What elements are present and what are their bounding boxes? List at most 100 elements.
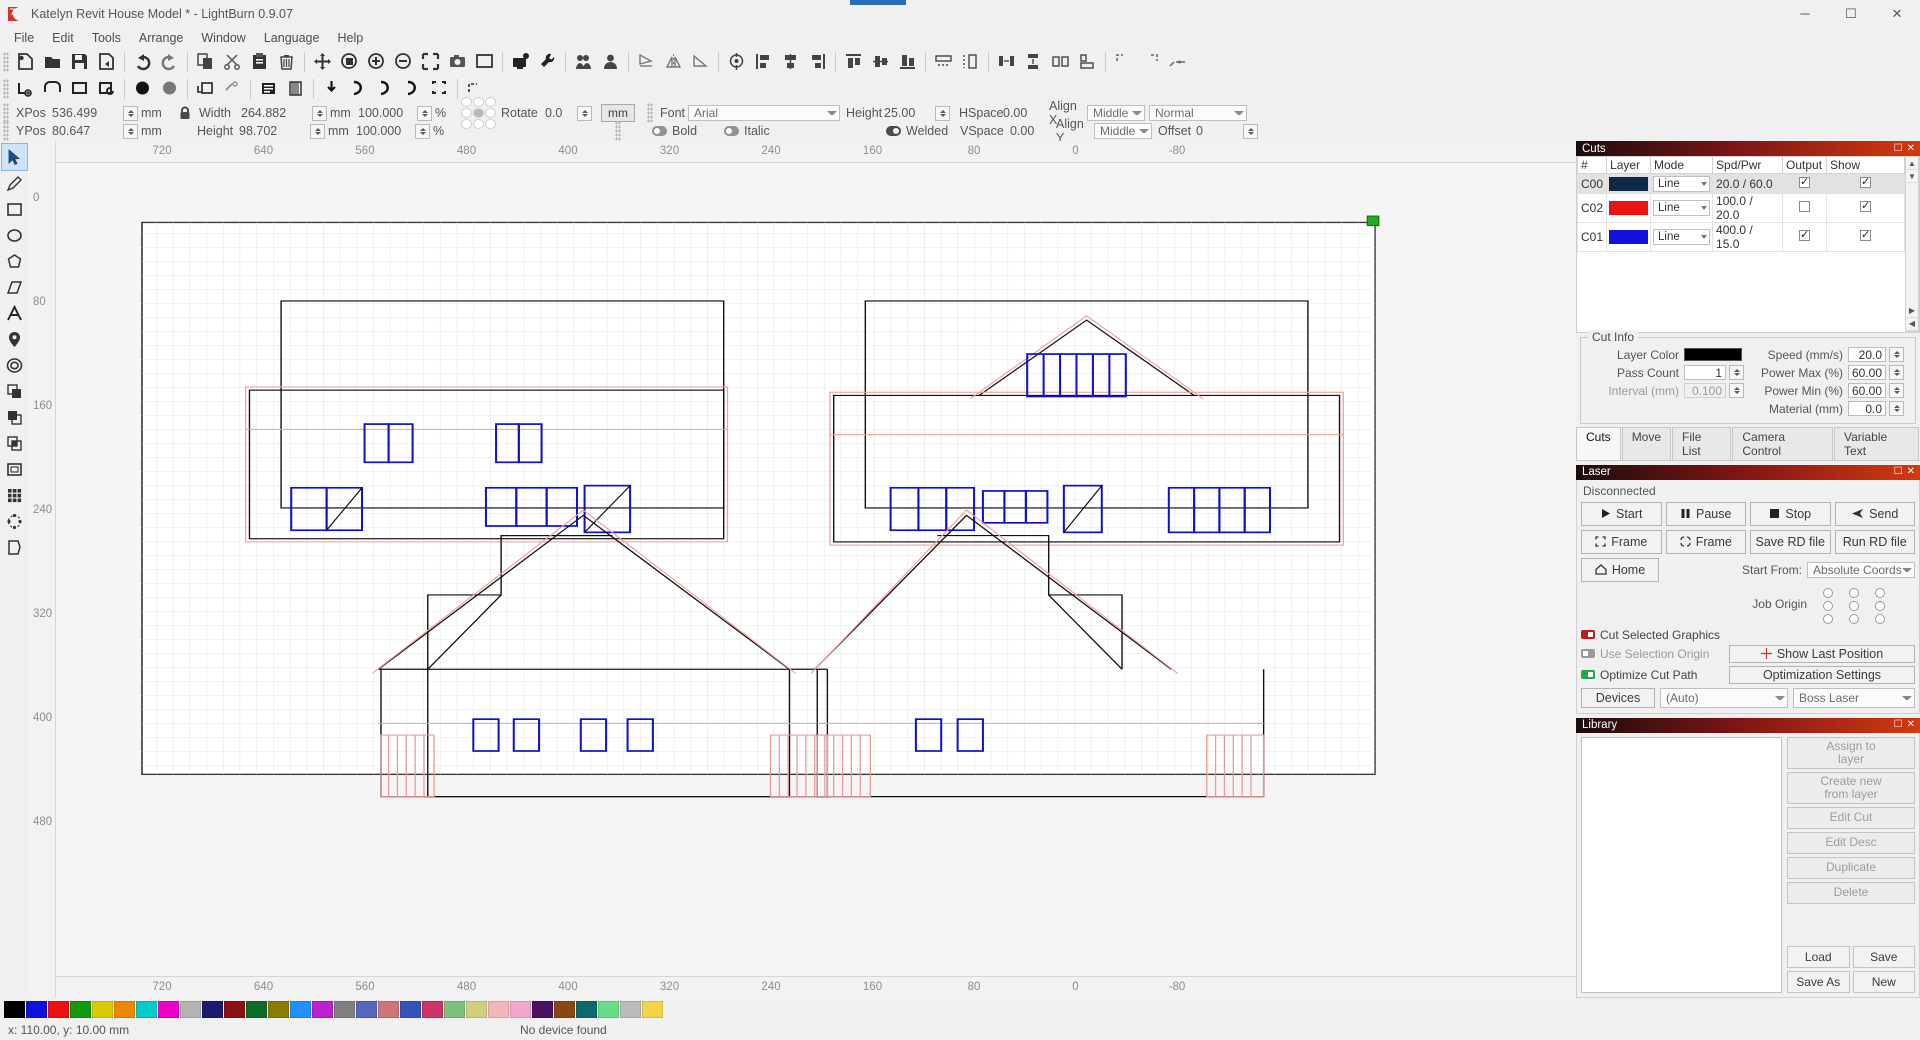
rotation-anchor-grid[interactable] xyxy=(461,97,497,130)
palette-color-3[interactable] xyxy=(70,1001,91,1018)
palette-color-18[interactable] xyxy=(400,1001,421,1018)
weld-shapes-tool[interactable] xyxy=(2,456,27,482)
material-value[interactable]: 0.0 xyxy=(1848,401,1886,416)
palette-color-25[interactable] xyxy=(554,1001,575,1018)
pause-button[interactable]: Pause xyxy=(1666,502,1747,526)
table-row[interactable]: C01 Line 400.0 / 15.0 xyxy=(1578,223,1905,252)
welded-toggle[interactable] xyxy=(886,126,901,136)
palette-color-5[interactable] xyxy=(114,1001,135,1018)
close-panel-icon[interactable]: ✕ xyxy=(1907,720,1915,730)
cut-icon[interactable] xyxy=(219,49,246,74)
zoom-to-page-icon[interactable] xyxy=(336,49,363,74)
cut-row-show-checkbox[interactable] xyxy=(1860,177,1871,188)
load-button[interactable]: Load xyxy=(1787,946,1850,968)
close-panel-icon[interactable]: ✕ xyxy=(1907,467,1915,477)
devices-button[interactable]: Devices xyxy=(1581,688,1655,708)
ypos-spinner[interactable] xyxy=(123,124,138,139)
pen-tool[interactable] xyxy=(2,170,27,196)
duplicate-button[interactable]: Duplicate xyxy=(1787,857,1915,879)
start-from-select[interactable]: Absolute Coords xyxy=(1807,562,1915,578)
mirror-horizontal-icon[interactable] xyxy=(660,49,687,74)
align-horizontal-center-icon[interactable] xyxy=(777,49,804,74)
menu-help[interactable]: Help xyxy=(328,29,372,47)
cuts-table-empty-area[interactable] xyxy=(1578,252,1905,332)
position-tool[interactable] xyxy=(2,326,27,352)
job-origin-mc[interactable] xyxy=(1849,601,1859,611)
tools-icon[interactable] xyxy=(534,49,561,74)
new-button[interactable]: New xyxy=(1853,971,1916,993)
unit-toggle-button[interactable]: mm xyxy=(601,104,635,122)
pass-count-value[interactable]: 1 xyxy=(1684,365,1726,380)
zoom-selection-icon[interactable] xyxy=(417,49,444,74)
canvas-workspace[interactable] xyxy=(56,163,1576,976)
width-percent-spinner[interactable] xyxy=(417,106,432,121)
line-shape-tool[interactable] xyxy=(2,274,27,300)
delete-button[interactable]: Delete xyxy=(1787,882,1915,904)
props-grip-2[interactable] xyxy=(3,121,9,141)
ypos-value[interactable]: 80.647 xyxy=(52,124,120,138)
circular-array-tool[interactable] xyxy=(2,508,27,534)
anchor-mc[interactable] xyxy=(473,108,484,118)
boolean-intersect-tool[interactable] xyxy=(2,430,27,456)
offset-value[interactable]: 0 xyxy=(1196,124,1240,138)
scroll-up-icon[interactable]: ▲ xyxy=(1906,157,1918,170)
text-tool[interactable] xyxy=(2,300,27,326)
job-origin-tc[interactable] xyxy=(1849,588,1859,598)
speed-value[interactable]: 20.0 xyxy=(1848,347,1886,362)
job-origin-tl[interactable] xyxy=(1823,588,1833,598)
grid-array-tool[interactable] xyxy=(2,482,27,508)
font-height-value[interactable]: 25.00 xyxy=(884,106,932,120)
house-elevations-drawing[interactable] xyxy=(56,163,1576,976)
canvas-area[interactable]: 720640560480400320240160800-80 080160240… xyxy=(28,141,1576,998)
xpos-value[interactable]: 536.499 xyxy=(52,106,120,120)
job-origin-grid[interactable] xyxy=(1815,587,1893,626)
palette-color-16[interactable] xyxy=(356,1001,377,1018)
cut-row-show-checkbox[interactable] xyxy=(1860,201,1871,212)
fill-grey-icon[interactable] xyxy=(156,76,183,101)
float-panel-icon[interactable]: ☐ xyxy=(1894,144,1903,154)
layer-color-swatch[interactable] xyxy=(1684,348,1742,361)
width-percent-value[interactable]: 100.000 xyxy=(358,106,414,120)
cuts-side-buttons[interactable]: ▲ ▼ ▶ ◀ xyxy=(1905,156,1919,332)
fill-black-icon[interactable] xyxy=(129,76,156,101)
italic-toggle[interactable] xyxy=(724,126,739,136)
import-icon[interactable] xyxy=(318,76,345,101)
close-panel-icon[interactable]: ✕ xyxy=(1907,144,1915,154)
offset-tool[interactable] xyxy=(2,352,27,378)
material-spinner[interactable] xyxy=(1889,401,1904,416)
color-palette[interactable] xyxy=(0,998,1920,1020)
cut-selected-toggle[interactable] xyxy=(1581,630,1595,639)
palette-color-20[interactable] xyxy=(444,1001,465,1018)
preview-icon[interactable] xyxy=(471,49,498,74)
make-same-height-icon[interactable] xyxy=(1074,49,1101,74)
draw-line-icon[interactable] xyxy=(12,76,39,101)
anchor-br[interactable] xyxy=(485,119,496,129)
open-file-icon[interactable] xyxy=(39,49,66,74)
create-new-from-layer-button[interactable]: Create new from layer xyxy=(1787,772,1915,804)
palette-color-19[interactable] xyxy=(422,1001,443,1018)
power-max-spinner[interactable] xyxy=(1889,365,1904,380)
palette-color-4[interactable] xyxy=(92,1001,113,1018)
corner-tr-icon[interactable] xyxy=(1137,49,1164,74)
save-button[interactable]: Save xyxy=(1853,946,1916,968)
move-icon[interactable] xyxy=(309,49,336,74)
redo-icon[interactable] xyxy=(156,49,183,74)
palette-color-29[interactable] xyxy=(642,1001,663,1018)
float-panel-icon[interactable]: ☐ xyxy=(1894,467,1903,477)
draw-arc-icon[interactable] xyxy=(93,76,120,101)
speed-spinner[interactable] xyxy=(1889,347,1904,362)
minimize-button[interactable]: ─ xyxy=(1782,0,1828,27)
smooth-node-icon[interactable] xyxy=(399,76,426,101)
palette-color-2[interactable] xyxy=(48,1001,69,1018)
ruler-bottom[interactable]: 720640560480400320240160800-80 xyxy=(56,976,1576,998)
rotate-value[interactable]: 0.0 xyxy=(545,106,571,120)
home-button[interactable]: Home xyxy=(1581,558,1659,582)
text-style-select[interactable]: Normal xyxy=(1149,105,1247,121)
print-and-cut-icon[interactable] xyxy=(426,76,453,101)
node-add-icon[interactable] xyxy=(345,76,372,101)
tab-variable-text[interactable]: Variable Text xyxy=(1834,427,1919,460)
copy-icon[interactable] xyxy=(192,49,219,74)
paste-icon[interactable] xyxy=(246,49,273,74)
start-button[interactable]: Start xyxy=(1581,502,1662,526)
save-rd-file-button[interactable]: Save RD file xyxy=(1750,530,1831,554)
